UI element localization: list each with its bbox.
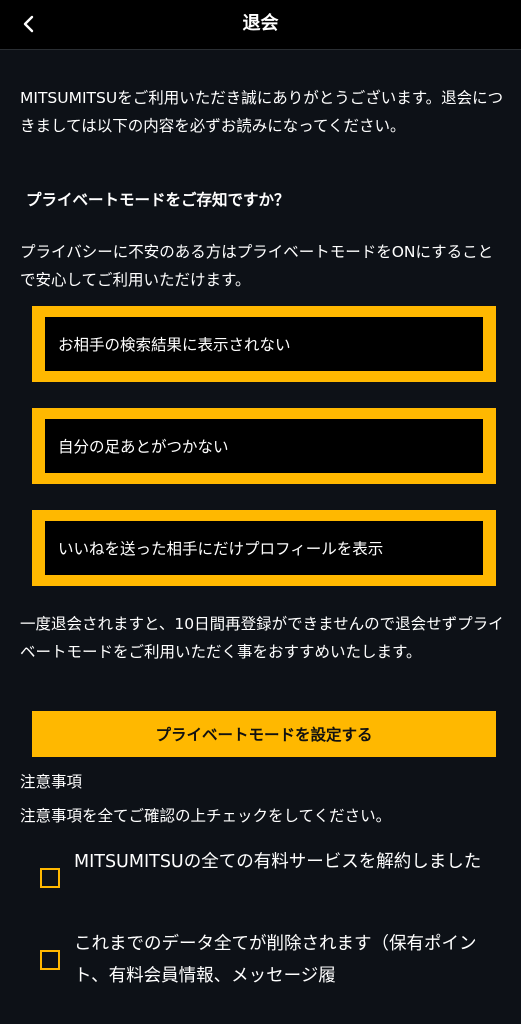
feature-label: 自分の足あとがつかない — [45, 419, 483, 473]
notice-item-label: これまでのデータ全てが削除されます（保有ポイント、有料会員情報、メッセージ履 — [74, 934, 477, 986]
intro-text: MITSUMITSUをご利用いただき誠にありがとうございます。退会につきましては… — [20, 89, 504, 135]
notice-item-data-deletion[interactable]: これまでのデータ全てが削除されます（保有ポイント、有料会員情報、メッセージ履 — [40, 928, 510, 992]
app-header: 退会 — [0, 0, 521, 50]
notice-item-cancel-subscriptions[interactable]: MITSUMITSUの全ての有料サービスを解約しました — [40, 846, 510, 910]
feature-label: お相手の検索結果に表示されない — [45, 317, 483, 371]
private-mode-description: プライバシーに不安のある方はプライベートモードをONにすることで安心してご利用い… — [20, 243, 494, 289]
set-private-mode-button[interactable]: プライベートモードを設定する — [32, 711, 496, 757]
feature-box-hidden-search: お相手の検索結果に表示されない — [32, 306, 496, 382]
notices-instruction: 注意事項を全てご確認の上チェックをしてください。 — [20, 807, 392, 825]
notice-item-label: MITSUMITSUの全ての有料サービスを解約しました — [74, 852, 482, 872]
page-title: 退会 — [242, 13, 279, 34]
checkbox[interactable] — [40, 950, 60, 970]
feature-box-no-footprints: 自分の足あとがつかない — [32, 408, 496, 484]
feature-box-profile-visibility: いいねを送った相手にだけプロフィールを表示 — [32, 510, 496, 586]
checkbox[interactable] — [40, 868, 60, 888]
notices-title: 注意事項 — [20, 773, 83, 791]
private-mode-heading: プライベートモードをご存知ですか？ — [26, 191, 290, 209]
reregistration-note: 一度退会されますと、10日間再登録ができませんので退会せずプライベートモードをご… — [20, 615, 504, 661]
feature-label: いいねを送った相手にだけプロフィールを表示 — [45, 521, 483, 575]
